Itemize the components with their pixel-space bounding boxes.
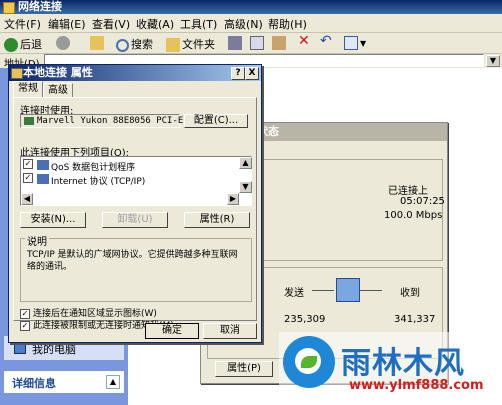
details-heading: 详细信息 — [12, 377, 56, 390]
watermark-logo-icon — [283, 336, 335, 388]
scissors-icon — [228, 36, 242, 50]
menu-favorites[interactable]: 收藏(A) — [136, 16, 174, 32]
menu-bar: 文件(F) 编辑(E) 查看(V) 收藏(A) 工具(T) 高级(N) 帮助(H… — [0, 14, 502, 33]
received-bytes: 341,337 — [394, 314, 436, 325]
status-value: 已连接上 — [388, 186, 428, 197]
search-button[interactable]: 搜索 — [116, 36, 153, 52]
install-button[interactable]: 安装(N)... — [20, 212, 86, 228]
network-folder-icon — [3, 2, 15, 14]
scroll-right-button[interactable]: ▶ — [227, 193, 239, 205]
description-group: 说明 TCP/IP 是默认的广域网协议。它提供跨越多种互联网络的通讯。 — [20, 233, 252, 302]
toolbar: 后退 搜索 文件夹 ✕ ↶ ▼ — [0, 33, 502, 54]
my-computer-link[interactable]: 我的电脑 — [32, 341, 76, 357]
help-button[interactable]: ? — [231, 67, 245, 80]
explorer-title: 网络连接 — [18, 0, 62, 13]
undo-button[interactable]: ↶ — [320, 33, 332, 49]
properties-title: 本地连接 属性 — [23, 66, 93, 79]
components-list: ✓ QoS 数据包计划程序 ✓ Internet 协议 (TCP/IP) ▲ ▼ ◀… — [20, 156, 252, 206]
copy-button[interactable] — [250, 36, 266, 50]
cancel-button[interactable]: 取消 — [203, 323, 257, 339]
explorer-titlebar: 网络连接 — [0, 0, 502, 14]
paste-icon — [272, 36, 286, 50]
delete-button[interactable]: ✕ — [298, 33, 310, 49]
up-folder-button[interactable] — [90, 36, 106, 50]
scroll-left-button[interactable]: ◀ — [21, 193, 33, 205]
back-button[interactable]: 后退 — [4, 36, 42, 52]
chevron-down-icon: ▼ — [360, 39, 367, 48]
status-properties-button[interactable]: 属性(P) — [215, 361, 273, 377]
item-properties-button[interactable]: 属性(R) — [184, 212, 250, 228]
menu-view[interactable]: 查看(V) — [92, 16, 130, 32]
connection-properties-dialog: 本地连接 属性 ? X 常规 高级 连接时使用: Marvell Yukon 8… — [8, 64, 262, 343]
item-label-tcpip: Internet 协议 (TCP/IP) — [51, 177, 146, 187]
description-text: TCP/IP 是默认的广域网协议。它提供跨越多种互联网络的通讯。 — [27, 250, 238, 272]
collapse-chevron-icon[interactable]: ▲ — [106, 375, 120, 389]
sent-bytes: 235,309 — [284, 314, 326, 325]
undo-icon: ↶ — [320, 33, 332, 49]
menu-advanced[interactable]: 高级(N) — [224, 16, 263, 32]
close-button[interactable]: X — [245, 67, 259, 80]
menu-file[interactable]: 文件(F) — [4, 16, 41, 32]
address-dropdown-button[interactable]: ▼ — [486, 55, 500, 67]
back-label: 后退 — [20, 38, 42, 51]
checkbox-tcpip[interactable]: ✓ — [23, 173, 33, 183]
back-arrow-icon — [4, 38, 18, 52]
activity-line-left — [312, 290, 334, 291]
forward-arrow-icon — [56, 36, 70, 50]
received-label: 收到 — [400, 288, 420, 299]
folders-icon — [166, 38, 180, 52]
tab-advanced[interactable]: 高级 — [43, 83, 73, 98]
ok-button[interactable]: 确定 — [145, 323, 199, 339]
views-grid-icon — [344, 36, 358, 50]
scroll-up-button[interactable]: ▲ — [239, 157, 252, 169]
item-label-qos: QoS 数据包计划程序 — [51, 163, 136, 173]
checkbox-show-icon[interactable]: ✓ — [20, 308, 30, 319]
details-panel-header[interactable]: 详细信息 ▲ — [4, 371, 124, 393]
tab-general[interactable]: 常规 — [13, 81, 43, 98]
up-folder-icon — [90, 36, 104, 50]
qos-scheduler-icon — [37, 160, 49, 170]
network-activity-icon — [336, 278, 360, 302]
views-button[interactable]: ▼ — [344, 36, 366, 50]
menu-help[interactable]: 帮助(H) — [268, 16, 307, 32]
checkbox-qos[interactable]: ✓ — [23, 159, 33, 169]
activity-line-right — [360, 290, 382, 291]
speed-value: 100.0 Mbps — [384, 210, 443, 221]
menu-edit[interactable]: 编辑(E) — [48, 16, 86, 32]
adapter-field: Marvell Yukon 88E8056 PCI-E Gi — [20, 114, 200, 128]
adapter-name: Marvell Yukon 88E8056 PCI-E Gi — [37, 116, 200, 126]
list-item[interactable]: ✓ QoS 数据包计划程序 — [23, 159, 228, 173]
search-icon — [116, 38, 129, 52]
copy-icon — [250, 36, 264, 50]
delete-x-icon: ✕ — [298, 33, 310, 49]
folders-label: 文件夹 — [182, 38, 215, 51]
properties-titlebar: 本地连接 属性 ? X — [9, 65, 261, 81]
uninstall-button[interactable]: 卸载(U) — [102, 212, 168, 228]
menu-tools[interactable]: 工具(T) — [180, 16, 217, 32]
scroll-down-button[interactable]: ▼ — [239, 181, 252, 193]
duration-value: 05:07:25 — [400, 196, 445, 207]
tcpip-protocol-icon — [37, 174, 49, 184]
connection-icon — [11, 68, 23, 79]
cut-button[interactable] — [228, 36, 244, 50]
list-item[interactable]: ✓ Internet 协议 (TCP/IP) — [23, 173, 228, 187]
configure-button[interactable]: 配置(C)... — [184, 114, 248, 128]
watermark-url: www.ylmf888.com — [349, 378, 484, 393]
my-computer-icon — [14, 342, 26, 354]
description-label: 说明 — [25, 233, 49, 248]
network-adapter-icon — [24, 117, 34, 125]
forward-button[interactable] — [56, 36, 72, 50]
search-label: 搜索 — [131, 38, 153, 51]
paste-button[interactable] — [272, 36, 288, 50]
sent-label: 发送 — [284, 288, 304, 299]
general-tab-panel: 连接时使用: Marvell Yukon 88E8056 PCI-E Gi 配置… — [13, 97, 257, 331]
checkbox-notify[interactable]: ✓ — [20, 320, 30, 331]
watermark-brand: 雨林木风 — [341, 346, 465, 381]
watermark: 雨林木风 www.ylmf888.com — [279, 332, 500, 404]
folders-button[interactable]: 文件夹 — [166, 36, 215, 52]
